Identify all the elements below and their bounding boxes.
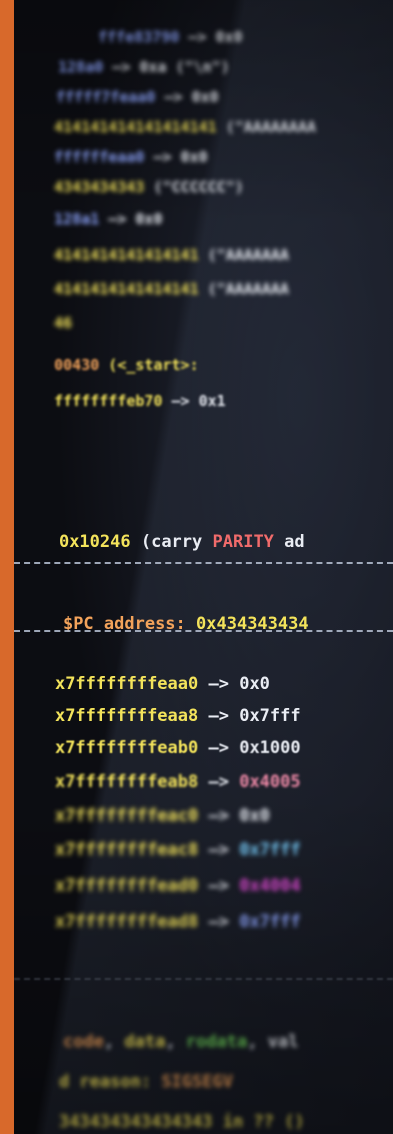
backtrace-line: 343434343434343 in ?? () — [58, 1112, 305, 1132]
register-line: ffffffffeb70 —> 0x1 — [54, 392, 226, 410]
separator — [14, 630, 393, 632]
separator — [14, 562, 393, 564]
accent-strip — [0, 0, 14, 1134]
separator — [14, 978, 393, 980]
pc-address-line: $PC address: 0x434343434 — [62, 614, 309, 634]
terminal-photo: fffe83790 —> 0x0 128a0 —> 0xa ("\n") fff… — [14, 0, 393, 1134]
stack-line: x7ffffffffead8 —> 0x7fff — [54, 912, 301, 932]
